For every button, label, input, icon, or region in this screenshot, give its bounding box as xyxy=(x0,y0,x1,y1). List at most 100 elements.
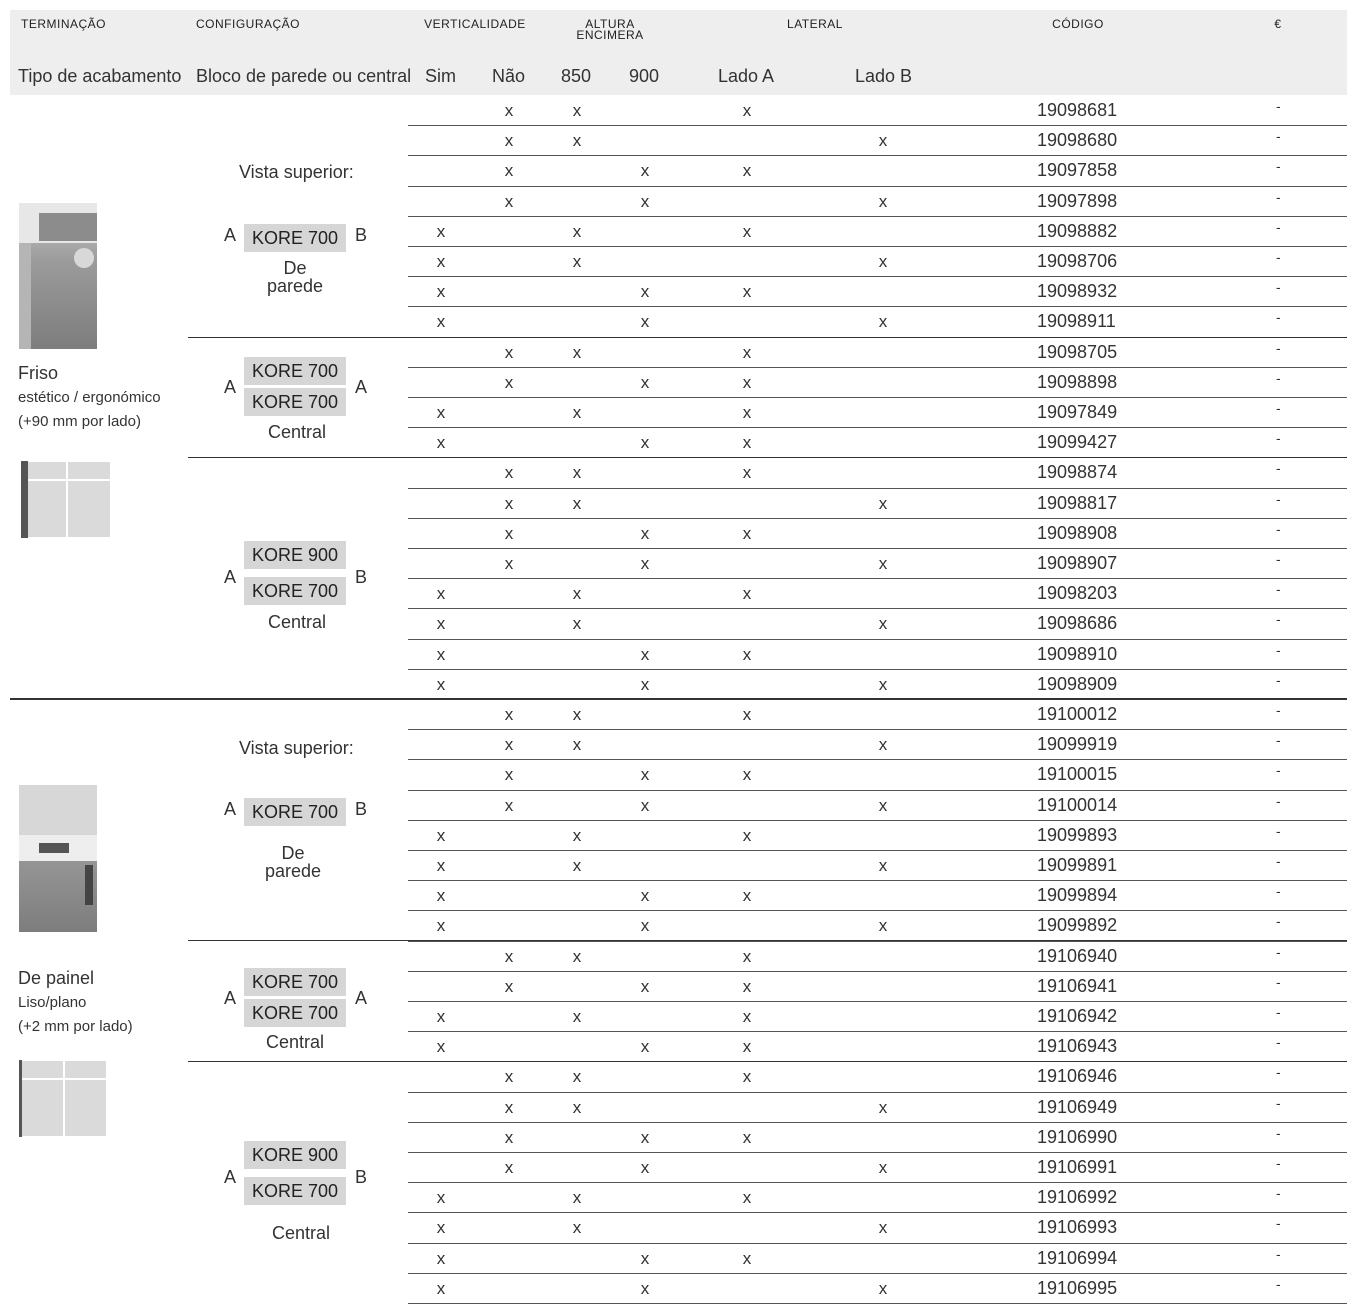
row-divider xyxy=(408,820,1347,821)
config-central: Central xyxy=(271,1223,331,1243)
row-divider xyxy=(408,1182,1347,1183)
row-code: 19106940 xyxy=(1037,945,1118,966)
config-de-parede: De parede xyxy=(244,259,346,295)
row-mark: x xyxy=(640,795,650,815)
config-de: De xyxy=(281,843,305,863)
row-mark: x xyxy=(436,282,446,302)
row-mark: x xyxy=(504,372,514,392)
row-price: - xyxy=(1276,218,1281,235)
row-code: 19106990 xyxy=(1037,1126,1118,1147)
row-mark: x xyxy=(640,644,650,664)
row-mark: x xyxy=(878,916,888,936)
row-code: 19098908 xyxy=(1037,522,1118,543)
subheader-900: 900 xyxy=(629,66,660,86)
row-code: 19097849 xyxy=(1037,402,1118,422)
row-mark: x xyxy=(436,1007,446,1026)
row-price: - xyxy=(1276,490,1281,507)
row-price: - xyxy=(1276,1215,1281,1232)
row-price: - xyxy=(1276,702,1281,718)
row-mark: x xyxy=(572,403,582,422)
side-a-label: A xyxy=(355,988,368,1008)
row-price: - xyxy=(1276,853,1281,869)
row-mark: x xyxy=(572,342,582,362)
plan-diagram-friso xyxy=(21,461,110,538)
row-mark: x xyxy=(742,433,752,453)
row-mark: x xyxy=(504,101,514,120)
row-price: - xyxy=(1276,128,1281,145)
row-mark: x xyxy=(436,1278,446,1298)
row-mark: x xyxy=(878,735,888,755)
row-mark: x xyxy=(640,1158,650,1177)
row-price: - xyxy=(1276,520,1281,537)
subheader-lado-b: Lado B xyxy=(855,66,913,86)
row-mark: x xyxy=(742,1067,752,1087)
row-code: 19106994 xyxy=(1037,1247,1118,1268)
row-divider xyxy=(408,367,1347,368)
row-divider xyxy=(408,186,1347,187)
row-price: - xyxy=(1276,913,1281,930)
section-divider xyxy=(10,698,1347,700)
row-mark: x xyxy=(436,825,446,845)
header-altura-line2: ENCIMERA xyxy=(576,28,644,42)
row-mark: x xyxy=(504,463,514,483)
row-mark: x xyxy=(436,433,446,453)
side-a-label: A xyxy=(224,1167,237,1187)
row-price: - xyxy=(1276,973,1281,990)
row-divider xyxy=(408,790,1347,791)
row-mark: x xyxy=(504,342,514,362)
row-mark: x xyxy=(742,584,752,604)
side-b-label: B xyxy=(355,1167,368,1187)
kore-900-box: KORE 900 xyxy=(244,1141,346,1169)
kore-700-box: KORE 700 xyxy=(244,1177,346,1205)
finish-desc-friso: estético / ergonómico xyxy=(18,389,161,406)
config-de: De xyxy=(283,258,307,278)
row-divider xyxy=(408,759,1347,760)
row-mark: x xyxy=(878,674,888,694)
row-mark: x xyxy=(504,795,514,815)
row-mark: x xyxy=(878,1278,888,1298)
row-price: - xyxy=(1276,611,1281,628)
header-verticalidade: VERTICALIDADE xyxy=(424,17,526,31)
group-divider xyxy=(188,457,1347,458)
row-code: 19098705 xyxy=(1037,341,1118,362)
row-code: 19106949 xyxy=(1037,1096,1118,1117)
header-lateral: LATERAL xyxy=(787,17,843,31)
row-mark: x xyxy=(572,946,582,966)
row-mark: x xyxy=(436,252,446,271)
row-code: 19099894 xyxy=(1037,885,1118,906)
row-price: - xyxy=(1276,883,1281,900)
row-divider xyxy=(408,1152,1347,1153)
row-divider xyxy=(408,729,1347,730)
row-divider xyxy=(408,397,1347,398)
row-mark: x xyxy=(504,554,514,573)
side-b-label: B xyxy=(355,225,368,245)
row-mark: x xyxy=(742,886,752,906)
row-mark: x xyxy=(504,1097,514,1117)
row-mark: x xyxy=(572,735,582,755)
row-price: - xyxy=(1276,1094,1281,1111)
row-code: 19098907 xyxy=(1037,553,1118,573)
row-mark: x xyxy=(436,886,446,906)
row-price: - xyxy=(1276,249,1281,265)
row-price: - xyxy=(1276,822,1281,839)
row-mark: x xyxy=(640,433,650,453)
row-divider xyxy=(408,910,1347,911)
row-mark: x xyxy=(504,191,514,211)
row-code: 19098706 xyxy=(1037,251,1118,271)
finish-note-friso: (+90 mm por lado) xyxy=(18,413,141,430)
finish-title-friso: Friso xyxy=(18,363,58,383)
vista-superior-label: Vista superior: xyxy=(239,162,354,182)
row-mark: x xyxy=(572,825,582,845)
row-divider xyxy=(408,1243,1347,1244)
row-mark: x xyxy=(742,161,752,181)
row-divider xyxy=(408,971,1347,972)
subheader-850: 850 xyxy=(561,66,592,86)
row-mark: x xyxy=(436,1037,446,1057)
row-mark: x xyxy=(878,554,888,573)
row-code: 19099893 xyxy=(1037,824,1118,845)
row-code: 19106942 xyxy=(1037,1006,1118,1026)
row-mark: x xyxy=(742,1127,752,1147)
side-b-label: B xyxy=(355,799,368,819)
subheader-sim: Sim xyxy=(425,66,456,86)
row-mark: x xyxy=(504,1158,514,1177)
